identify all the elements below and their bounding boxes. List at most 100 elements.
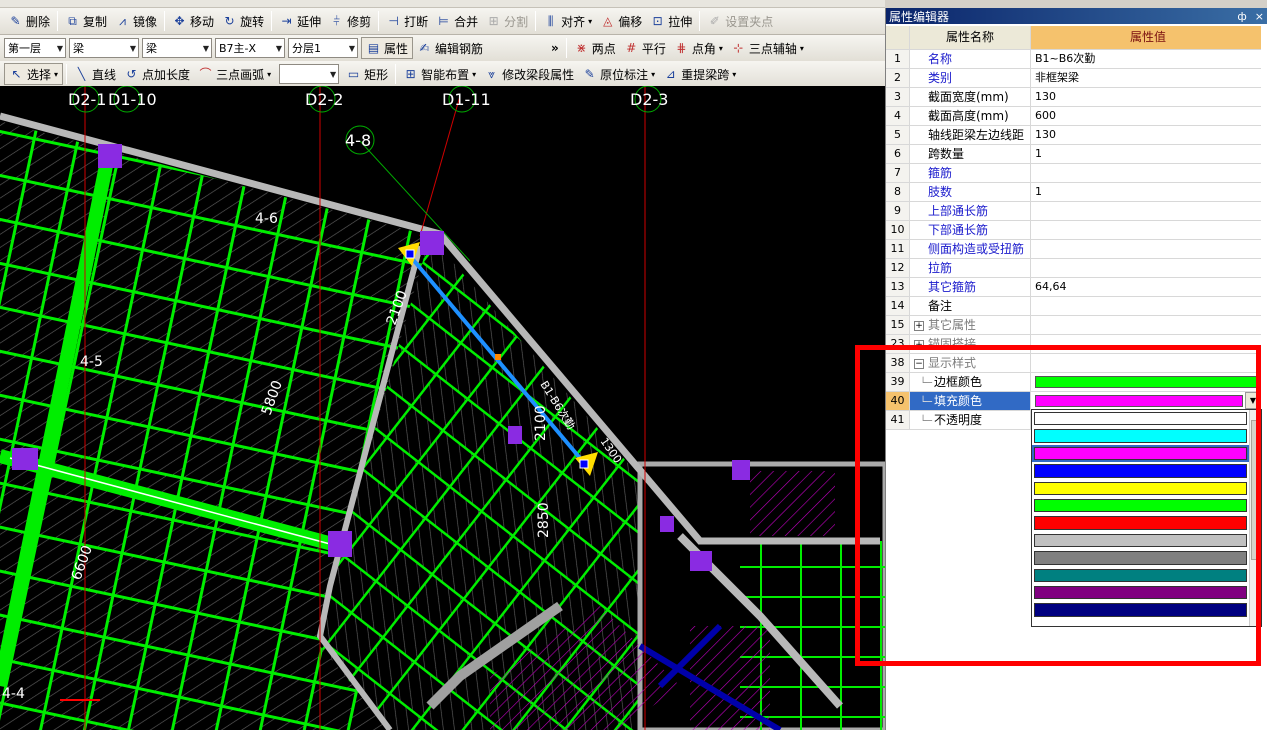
property-row[interactable]: 5 轴线距梁左边线距 130 — [886, 126, 1261, 145]
row-value[interactable]: B1~B6次勤 — [1031, 50, 1261, 68]
row-value[interactable] — [1031, 316, 1261, 334]
property-row[interactable]: 10 下部通长筋 — [886, 221, 1261, 240]
row-value[interactable]: 130 — [1031, 126, 1261, 144]
properties-button[interactable]: ▤ 属性 — [361, 37, 414, 59]
header-index — [886, 26, 910, 49]
arc-param-select[interactable]: ▼ — [279, 64, 340, 84]
row-value[interactable] — [1031, 221, 1261, 239]
property-row[interactable]: 11 侧面构造或受扭筋 — [886, 240, 1261, 259]
origin-mark-button[interactable]: ✎ 原位标注 ▾ — [578, 63, 659, 85]
property-row[interactable]: 14 备注 — [886, 297, 1261, 316]
break-button[interactable]: ⊣ 打断 — [382, 10, 432, 32]
property-row[interactable]: 3 截面宽度(mm) 130 — [886, 88, 1261, 107]
line-button[interactable]: ╲ 直线 — [70, 63, 120, 85]
row-value[interactable]: 600 — [1031, 107, 1261, 125]
row-value[interactable]: 1 — [1031, 183, 1261, 201]
re-extract-span-button[interactable]: ⊿ 重提梁跨 ▾ — [659, 63, 740, 85]
color-option[interactable] — [1032, 514, 1261, 531]
delete-button[interactable]: ✎ 删除 — [4, 10, 54, 32]
expand-icon[interactable]: + — [914, 339, 924, 350]
color-option[interactable] — [1032, 480, 1261, 497]
point-extend-button[interactable]: ↺ 点加长度 — [120, 63, 194, 85]
split-button[interactable]: ⊞ 分割 — [482, 10, 532, 32]
trim-button[interactable]: ⫩ 修剪 — [325, 10, 375, 32]
row-value[interactable] — [1031, 335, 1261, 353]
smart-layout-button[interactable]: ⊞ 智能布置 ▾ — [399, 63, 480, 85]
row-value[interactable]: 130 — [1031, 88, 1261, 106]
stretch-button[interactable]: ⊡ 拉伸 — [646, 10, 696, 32]
chevron-down-icon: ▾ — [651, 69, 656, 79]
expand-icon[interactable]: + — [914, 320, 924, 331]
row-value[interactable]: 1 — [1031, 145, 1261, 163]
arc-button[interactable]: ⌒ 三点画弧 ▾ — [194, 63, 275, 85]
category-select[interactable]: 梁 ▼ — [69, 38, 139, 58]
rect-button[interactable]: ▭ 矩形 — [342, 63, 392, 85]
color-option[interactable] — [1032, 601, 1261, 618]
align-button[interactable]: ⫼ 对齐 ▾ — [539, 10, 596, 32]
select-button[interactable]: ↖ 选择 ▾ — [4, 63, 64, 85]
row-value[interactable] — [1031, 373, 1261, 391]
color-dropdown-list[interactable] — [1031, 409, 1262, 627]
extend-button[interactable]: ⇥ 延伸 — [275, 10, 325, 32]
floor-select[interactable]: 第一层 ▼ — [4, 38, 66, 58]
property-row[interactable]: 9 上部通长筋 — [886, 202, 1261, 221]
parallel-button[interactable]: # 平行 — [620, 37, 670, 59]
row-value[interactable] — [1031, 297, 1261, 315]
row-value[interactable]: 非框架梁 — [1031, 69, 1261, 87]
drawing-canvas[interactable]: D2-1 D1-10 D2-2 D1-11 D2-3 4-8 4-6 4-5 4… — [0, 86, 885, 730]
row-name: 侧面构造或受扭筋 — [910, 240, 1031, 258]
copy-button[interactable]: ⧉ 复制 — [61, 10, 111, 32]
pin-icon[interactable]: ф — [1237, 10, 1246, 23]
collapse-icon[interactable]: − — [914, 358, 924, 369]
row-value[interactable] — [1031, 240, 1261, 258]
property-row[interactable]: 8 肢数 1 — [886, 183, 1261, 202]
color-option[interactable] — [1032, 444, 1261, 463]
color-option[interactable] — [1032, 462, 1261, 479]
two-points-button[interactable]: ⋇ 两点 — [570, 37, 620, 59]
row-value[interactable]: 64,64 — [1031, 278, 1261, 296]
move-button[interactable]: ✥ 移动 — [168, 10, 218, 32]
color-option[interactable] — [1032, 549, 1261, 566]
fill-color-select[interactable]: ▼ — [1031, 392, 1261, 410]
color-option[interactable] — [1032, 584, 1261, 601]
three-point-axis-button[interactable]: ⊹ 三点辅轴 ▾ — [727, 37, 808, 59]
property-row[interactable]: 2 类别 非框架梁 — [886, 69, 1261, 88]
color-option[interactable] — [1032, 567, 1261, 584]
property-row[interactable]: 1 名称 B1~B6次勤 — [886, 50, 1261, 69]
rotate-button[interactable]: ↻ 旋转 — [218, 10, 268, 32]
row-value[interactable] — [1031, 259, 1261, 277]
color-option[interactable] — [1032, 410, 1261, 427]
grip-point[interactable] — [405, 249, 415, 259]
property-row[interactable]: 13 其它箍筋 64,64 — [886, 278, 1261, 297]
merge-button[interactable]: ⊨ 合并 — [432, 10, 482, 32]
property-row[interactable]: 7 箍筋 — [886, 164, 1261, 183]
property-row[interactable]: 12 拉筋 — [886, 259, 1261, 278]
close-icon[interactable]: × — [1255, 10, 1264, 23]
point-angle-button[interactable]: ⋕ 点角 ▾ — [670, 37, 727, 59]
modify-span-button[interactable]: ⩔ 修改梁段属性 — [480, 63, 578, 85]
row-value[interactable] — [1031, 202, 1261, 220]
grip-point[interactable] — [579, 459, 589, 469]
edit-rebar-button[interactable]: ✍ 编辑钢筋 — [413, 37, 487, 59]
color-option[interactable] — [1032, 532, 1261, 549]
mid-grip[interactable] — [495, 354, 501, 360]
toolbar-more-button[interactable]: » — [547, 41, 563, 55]
chevron-down-icon[interactable]: ▼ — [1245, 392, 1261, 409]
dropdown-scrollbar[interactable] — [1249, 410, 1261, 626]
property-row-display-style[interactable]: 38 − 显示样式 — [886, 354, 1261, 373]
layer-select[interactable]: 分层1 ▼ — [288, 38, 358, 58]
property-row[interactable]: 15 + 其它属性 — [886, 316, 1261, 335]
type-select[interactable]: 梁 ▼ — [142, 38, 212, 58]
property-row[interactable]: 4 截面高度(mm) 600 — [886, 107, 1261, 126]
color-option[interactable] — [1032, 427, 1261, 444]
property-row-border-color[interactable]: 39 └─ 边框颜色 — [886, 373, 1261, 392]
mirror-button[interactable]: ⩘ 镜像 — [111, 10, 161, 32]
scrollbar-thumb[interactable] — [1251, 420, 1260, 560]
set-grip-button[interactable]: ✐ 设置夹点 — [703, 10, 777, 32]
color-option[interactable] — [1032, 497, 1261, 514]
row-value[interactable] — [1031, 164, 1261, 182]
property-row[interactable]: 6 跨数量 1 — [886, 145, 1261, 164]
property-row[interactable]: 23 + 锚固搭接 — [886, 335, 1261, 354]
component-select[interactable]: B7主-X ▼ — [215, 38, 285, 58]
offset-button[interactable]: ◬ 偏移 — [596, 10, 646, 32]
